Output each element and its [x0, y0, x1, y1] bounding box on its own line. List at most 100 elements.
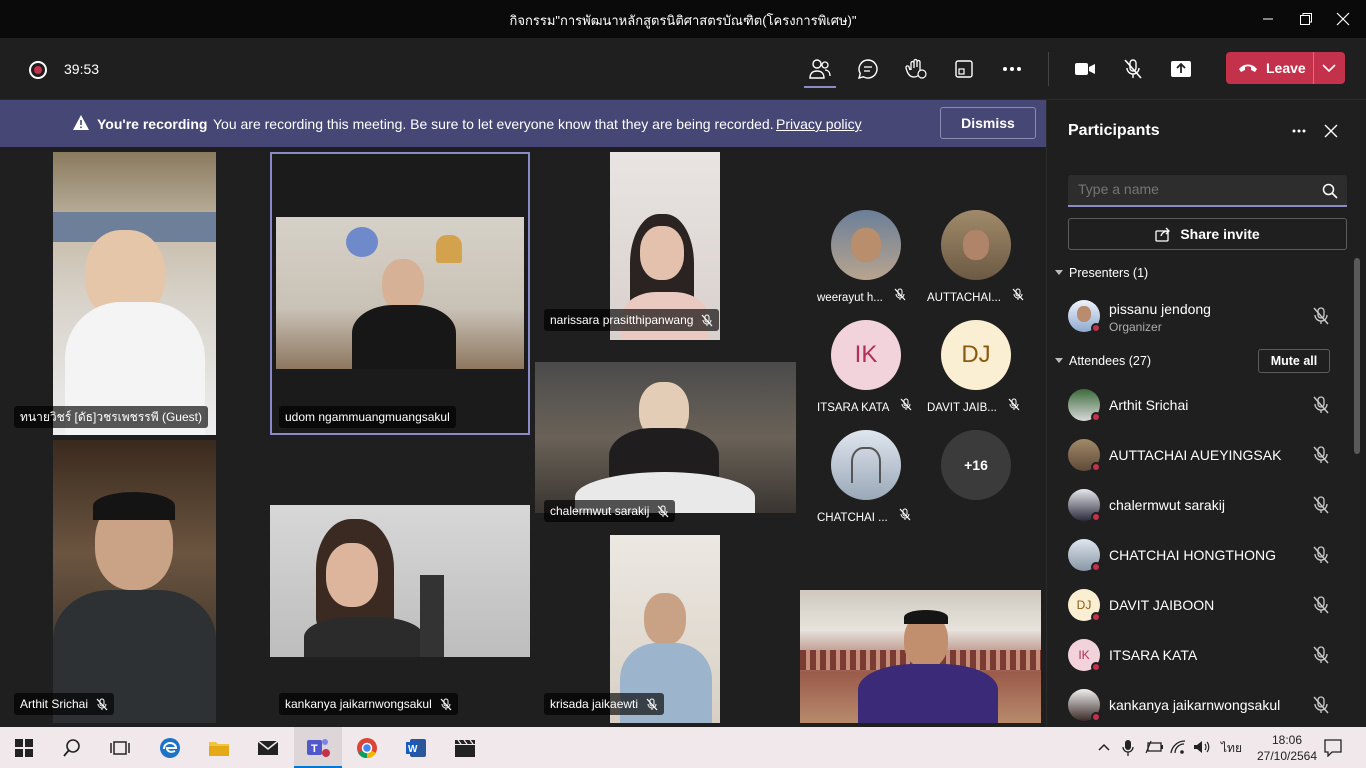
video-editor-button[interactable] — [441, 727, 489, 768]
overflow-count: +16 — [941, 430, 1011, 500]
participant-row[interactable]: AUTTACHAI AUEYINGSAK — [1068, 433, 1348, 477]
mic-off-icon[interactable] — [1312, 395, 1330, 415]
input-language[interactable]: ไทย — [1221, 739, 1242, 758]
dismiss-button[interactable]: Dismiss — [940, 107, 1036, 139]
mic-off-icon — [440, 698, 452, 710]
more-options-icon[interactable] — [1292, 129, 1306, 133]
chrome-taskbar-button[interactable] — [343, 727, 391, 768]
mic-off-icon[interactable] — [1312, 595, 1330, 615]
wifi-icon[interactable] — [1170, 740, 1186, 754]
avatar — [941, 210, 1011, 280]
video-tile[interactable] — [276, 217, 524, 369]
camera-button[interactable] — [1071, 55, 1099, 83]
close-icon[interactable] — [1324, 124, 1338, 138]
attendees-section-toggle[interactable]: Attendees (27) — [1055, 354, 1151, 368]
edge-taskbar-button[interactable] — [146, 727, 194, 768]
search-button[interactable] — [48, 727, 96, 768]
avatar — [831, 210, 901, 280]
mic-button[interactable] — [1119, 55, 1147, 83]
mic-off-icon[interactable] — [1312, 545, 1330, 565]
rooms-button[interactable] — [950, 55, 978, 83]
participant-name: chalermwut sarakij — [1109, 497, 1225, 513]
video-tile[interactable] — [53, 152, 216, 435]
microphone-tray-icon[interactable] — [1122, 739, 1134, 757]
participant-name: kankanya jaikarnwongsakul — [1109, 697, 1281, 713]
chat-button[interactable] — [854, 55, 882, 83]
participant-row[interactable]: kankanya jaikarnwongsakul — [1068, 683, 1348, 727]
search-input[interactable] — [1078, 181, 1308, 197]
leave-button[interactable]: Leave — [1226, 52, 1345, 84]
mail-button[interactable] — [244, 727, 292, 768]
raise-hand-icon — [905, 58, 927, 79]
teams-taskbar-button[interactable]: T — [294, 727, 342, 768]
file-explorer-button[interactable] — [195, 727, 243, 768]
mic-off-icon[interactable] — [1312, 695, 1330, 715]
participant-search[interactable] — [1068, 175, 1347, 207]
active-speaker-frame[interactable]: udom ngammuangmuangsakul — [270, 152, 530, 435]
participant-name: ITSARA KATA — [1109, 647, 1198, 663]
start-button[interactable] — [0, 727, 48, 768]
mic-off-icon — [899, 508, 911, 521]
gallery-participant[interactable]: CHATCHAI ... — [817, 430, 911, 524]
privacy-policy-link[interactable]: Privacy policy — [776, 116, 862, 132]
chevron-down-icon[interactable] — [1322, 63, 1336, 73]
participant-face — [640, 226, 684, 280]
mic-off-icon[interactable] — [1312, 495, 1330, 515]
participant-row[interactable]: DJ DAVIT JAIBOON — [1068, 583, 1348, 627]
participant-row[interactable]: Arthit Srichai — [1068, 383, 1348, 427]
svg-text:T: T — [311, 743, 318, 755]
video-tile[interactable] — [535, 362, 796, 513]
participant-row[interactable]: pissanu jendong Organizer — [1068, 294, 1348, 338]
leave-label: Leave — [1266, 60, 1306, 76]
gallery-participant[interactable]: DJ DAVIT JAIB... — [927, 320, 1020, 414]
notification-icon[interactable] — [1324, 739, 1342, 757]
participant-row[interactable]: IK ITSARA KATA — [1068, 633, 1348, 677]
svg-text:W: W — [408, 744, 418, 755]
hang-up-icon — [1239, 64, 1257, 72]
chat-icon — [857, 59, 878, 79]
task-view-icon — [110, 740, 130, 755]
chevron-up-icon[interactable] — [1098, 742, 1110, 752]
avatar — [831, 430, 901, 500]
participants-toggle-button[interactable] — [806, 55, 834, 83]
participant-row[interactable]: CHATCHAI HONGTHONG — [1068, 533, 1348, 577]
word-taskbar-button[interactable]: W — [392, 727, 440, 768]
reactions-button[interactable] — [902, 55, 930, 83]
battery-icon[interactable] — [1145, 740, 1163, 754]
task-view-button[interactable] — [96, 727, 144, 768]
participant-role: Organizer — [1109, 320, 1162, 334]
mail-icon — [257, 739, 279, 755]
status-badge — [1091, 412, 1101, 422]
video-tile[interactable] — [53, 440, 216, 723]
breakout-rooms-icon — [955, 60, 973, 78]
avatar: IK — [831, 320, 901, 390]
volume-icon[interactable] — [1193, 740, 1211, 754]
self-video-tile[interactable] — [800, 590, 1041, 723]
mic-off-icon[interactable] — [1312, 306, 1330, 326]
participant-name: DAVIT JAIBOON — [1109, 597, 1215, 613]
share-invite-button[interactable]: Share invite — [1068, 218, 1347, 250]
video-tile[interactable] — [270, 505, 530, 657]
gallery-participant[interactable]: AUTTACHAI... — [927, 210, 1024, 304]
gallery-participant[interactable]: weerayut h... — [817, 210, 906, 304]
people-icon — [809, 59, 831, 79]
mic-off-icon[interactable] — [1312, 445, 1330, 465]
panel-scrollbar[interactable] — [1354, 258, 1360, 454]
status-badge — [1091, 562, 1101, 572]
participant-name: CHATCHAI HONGTHONG — [1109, 547, 1276, 563]
share-screen-button[interactable] — [1167, 55, 1195, 83]
mic-off-icon[interactable] — [1312, 645, 1330, 665]
presenters-section-toggle[interactable]: Presenters (1) — [1055, 266, 1148, 280]
gallery-participant[interactable]: IK ITSARA KATA — [817, 320, 912, 414]
restore-icon — [1300, 13, 1312, 25]
more-participants-button[interactable]: +16 — [941, 430, 1011, 500]
more-actions-button[interactable] — [998, 55, 1026, 83]
participant-row[interactable]: chalermwut sarakij — [1068, 483, 1348, 527]
close-window-button[interactable] — [1320, 0, 1366, 38]
mic-off-icon — [1124, 59, 1142, 79]
mic-off-icon — [701, 314, 713, 326]
mic-off-icon — [96, 698, 108, 710]
caret-down-icon — [1055, 270, 1063, 275]
system-clock[interactable]: 18:06 27/10/2564 — [1252, 732, 1322, 764]
mute-all-button[interactable]: Mute all — [1258, 349, 1330, 373]
